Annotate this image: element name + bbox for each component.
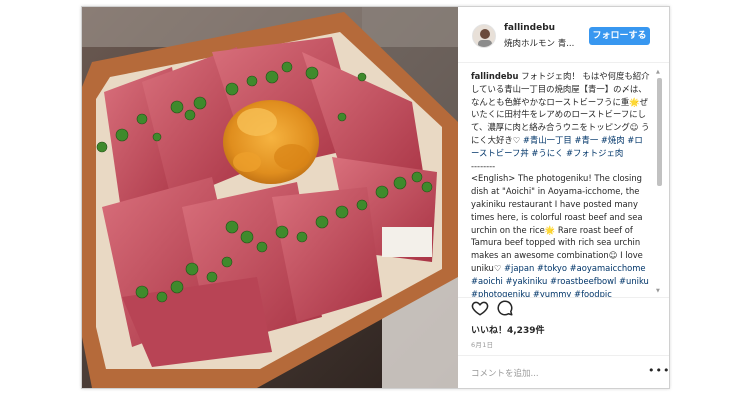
caption-text: fallindebu フォトジェ肉！ もはや何度も紹介している青山一丁目の焼肉屋…: [471, 70, 651, 297]
caption-scrollbar[interactable]: ▲ ▼: [656, 70, 662, 294]
comment-bar: コメントを追加... •••: [458, 355, 669, 388]
comment-icon[interactable]: [496, 299, 514, 317]
scroll-down-arrow-icon[interactable]: ▼: [656, 289, 660, 294]
caption-jp-text: フォトジェ肉！ もはや何度も紹介している青山一丁目の焼肉屋【青一】の〆は、なんと…: [471, 71, 650, 145]
comment-input[interactable]: コメントを追加...: [471, 367, 539, 379]
scroll-thumb[interactable]: [657, 78, 662, 186]
caption-area: fallindebu フォトジェ肉！ もはや何度も紹介している青山一丁目の焼肉屋…: [458, 64, 669, 298]
post-header: fallindebu 焼肉ホルモン 青... フォローする: [458, 7, 669, 63]
more-icon[interactable]: •••: [648, 364, 670, 377]
heart-icon[interactable]: [471, 299, 489, 317]
action-bar: [471, 299, 531, 321]
username-link[interactable]: fallindebu: [504, 23, 555, 33]
caption-en-text: <English> The photogeniku! The closing d…: [471, 173, 643, 273]
post-date: 6月1日: [471, 341, 494, 349]
avatar-image: [473, 25, 495, 47]
follow-button[interactable]: フォローする: [589, 27, 650, 45]
scroll-up-arrow-icon[interactable]: ▲: [656, 70, 660, 75]
likes-count[interactable]: いいね！4,239件: [471, 323, 544, 336]
location-link[interactable]: 焼肉ホルモン 青...: [504, 37, 584, 49]
avatar[interactable]: [472, 24, 496, 48]
post-card: fallindebu 焼肉ホルモン 青... フォローする fallindebu…: [81, 6, 670, 389]
post-sidebar: fallindebu 焼肉ホルモン 青... フォローする fallindebu…: [458, 7, 669, 388]
caption-username[interactable]: fallindebu: [471, 71, 519, 81]
roast-beef-uni-bowl-image: [82, 7, 458, 388]
post-photo[interactable]: [82, 7, 458, 388]
caption-separator: --------: [471, 160, 496, 171]
